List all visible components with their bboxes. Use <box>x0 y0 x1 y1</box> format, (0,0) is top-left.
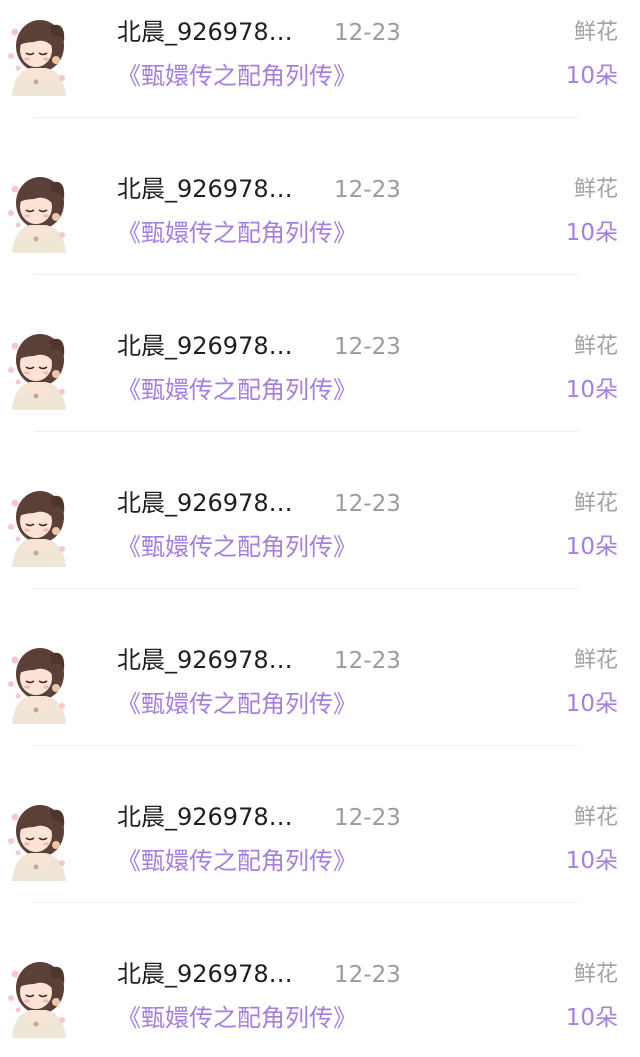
gift-count: 10朵 <box>565 63 618 89</box>
row-divider <box>34 431 578 432</box>
row-divider <box>34 902 578 903</box>
gift-record-row[interactable]: 北晨_926978… 12-23 《甄嬛传之配角列传》 鲜花 10朵 <box>0 471 640 628</box>
avatar[interactable] <box>6 797 72 881</box>
gift-record-row[interactable]: 北晨_926978… 12-23 《甄嬛传之配角列传》 鲜花 10朵 <box>0 785 640 942</box>
gift-type-label: 鲜花 <box>573 491 618 516</box>
avatar[interactable] <box>6 640 72 724</box>
user-name[interactable]: 北晨_926978… <box>117 174 293 204</box>
row-divider <box>34 274 578 275</box>
gift-count: 10朵 <box>565 848 618 874</box>
avatar[interactable] <box>6 12 72 96</box>
row-divider <box>34 745 578 746</box>
gift-type-label: 鲜花 <box>573 962 618 987</box>
avatar[interactable] <box>6 169 72 253</box>
gift-record-row[interactable]: 北晨_926978… 12-23 《甄嬛传之配角列传》 鲜花 10朵 <box>0 942 640 1057</box>
gift-date: 12-23 <box>334 20 401 46</box>
novel-title-link[interactable]: 《甄嬛传之配角列传》 <box>117 846 357 876</box>
novel-title-link[interactable]: 《甄嬛传之配角列传》 <box>117 532 357 562</box>
cartoon-girl-avatar-icon <box>8 334 66 410</box>
avatar[interactable] <box>6 954 72 1038</box>
gift-date: 12-23 <box>334 491 401 517</box>
gift-type-label: 鲜花 <box>573 648 618 673</box>
gift-date: 12-23 <box>334 962 401 988</box>
gift-count: 10朵 <box>565 220 618 246</box>
novel-title-link[interactable]: 《甄嬛传之配角列传》 <box>117 689 357 719</box>
cartoon-girl-avatar-icon <box>8 491 66 567</box>
gift-count: 10朵 <box>565 1005 618 1031</box>
user-name[interactable]: 北晨_926978… <box>117 802 293 832</box>
gift-date: 12-23 <box>334 648 401 674</box>
row-divider <box>34 117 578 118</box>
avatar[interactable] <box>6 483 72 567</box>
row-divider <box>34 588 578 589</box>
cartoon-girl-avatar-icon <box>8 962 66 1038</box>
gift-record-row[interactable]: 北晨_926978… 12-23 《甄嬛传之配角列传》 鲜花 10朵 <box>0 628 640 785</box>
user-name[interactable]: 北晨_926978… <box>117 17 293 47</box>
gift-count: 10朵 <box>565 534 618 560</box>
cartoon-girl-avatar-icon <box>8 805 66 881</box>
gift-date: 12-23 <box>334 334 401 360</box>
user-name[interactable]: 北晨_926978… <box>117 488 293 518</box>
gift-date: 12-23 <box>334 177 401 203</box>
gift-date: 12-23 <box>334 805 401 831</box>
gift-record-row[interactable]: 北晨_926978… 12-23 《甄嬛传之配角列传》 鲜花 10朵 <box>0 0 640 157</box>
novel-title-link[interactable]: 《甄嬛传之配角列传》 <box>117 218 357 248</box>
cartoon-girl-avatar-icon <box>8 177 66 253</box>
cartoon-girl-avatar-icon <box>8 20 66 96</box>
gift-record-list: 北晨_926978… 12-23 《甄嬛传之配角列传》 鲜花 10朵 北晨_92… <box>0 0 640 1057</box>
novel-title-link[interactable]: 《甄嬛传之配角列传》 <box>117 375 357 405</box>
cartoon-girl-avatar-icon <box>8 648 66 724</box>
gift-type-label: 鲜花 <box>573 177 618 202</box>
gift-record-row[interactable]: 北晨_926978… 12-23 《甄嬛传之配角列传》 鲜花 10朵 <box>0 157 640 314</box>
gift-type-label: 鲜花 <box>573 20 618 45</box>
user-name[interactable]: 北晨_926978… <box>117 331 293 361</box>
novel-title-link[interactable]: 《甄嬛传之配角列传》 <box>117 61 357 91</box>
novel-title-link[interactable]: 《甄嬛传之配角列传》 <box>117 1003 357 1033</box>
gift-type-label: 鲜花 <box>573 334 618 359</box>
gift-count: 10朵 <box>565 377 618 403</box>
gift-type-label: 鲜花 <box>573 805 618 830</box>
avatar[interactable] <box>6 326 72 410</box>
gift-count: 10朵 <box>565 691 618 717</box>
user-name[interactable]: 北晨_926978… <box>117 645 293 675</box>
user-name[interactable]: 北晨_926978… <box>117 959 293 989</box>
gift-record-row[interactable]: 北晨_926978… 12-23 《甄嬛传之配角列传》 鲜花 10朵 <box>0 314 640 471</box>
